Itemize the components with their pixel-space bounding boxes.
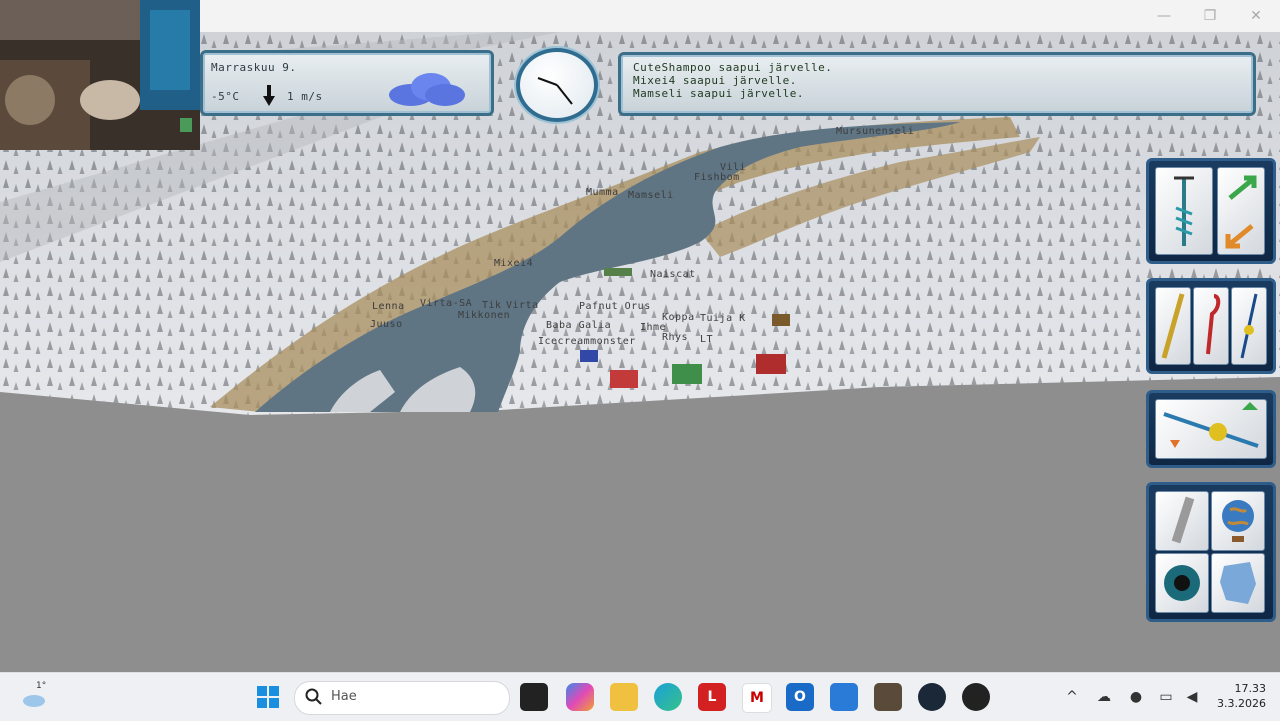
map-label: Virta-SA xyxy=(420,298,473,309)
ice-drill-icon[interactable] xyxy=(1155,167,1213,255)
lastpass-icon[interactable]: L xyxy=(698,683,726,711)
hook-icon[interactable] xyxy=(1193,287,1229,365)
steam-icon[interactable] xyxy=(918,683,946,711)
tent-darkred xyxy=(756,354,786,374)
clock-date: 3.3.2026 xyxy=(1217,697,1266,710)
obs-icon[interactable] xyxy=(962,683,990,711)
search-icon xyxy=(305,688,323,706)
map-label: Mixei4 xyxy=(494,258,534,269)
news-line: Mamseli saapui järvelle. xyxy=(633,87,804,100)
tent-blue xyxy=(580,350,598,362)
maximize-button[interactable]: ❐ xyxy=(1190,4,1230,28)
weather-panel: Marraskuu 9. -5°C 1 m/s xyxy=(200,50,494,116)
rod-icon[interactable] xyxy=(1155,287,1191,365)
tent-red xyxy=(610,370,638,388)
chevron-up-icon[interactable]: ^ xyxy=(1062,687,1082,707)
edge-icon[interactable] xyxy=(654,683,682,711)
globe-icon[interactable] xyxy=(1211,491,1265,551)
minimize-button[interactable]: — xyxy=(1144,4,1184,28)
wind-arrow-icon xyxy=(263,85,275,107)
map-label: Fishbom xyxy=(694,172,740,183)
map-label: Juuso xyxy=(370,319,403,330)
flashlight-icon[interactable] xyxy=(1155,491,1209,551)
news-line: Mixei4 saapui järvelle. xyxy=(633,74,797,87)
copilot-icon[interactable] xyxy=(566,683,594,711)
search-box[interactable]: Hae xyxy=(294,681,510,715)
weather-widget[interactable]: 1° xyxy=(20,681,50,711)
map-label: Mikkonen xyxy=(458,310,511,321)
map-label: LT xyxy=(700,334,714,345)
mcafee-icon[interactable]: M xyxy=(742,683,772,713)
tool-tray-jig xyxy=(1146,390,1276,468)
search-placeholder: Hae xyxy=(331,689,357,704)
map-label: Icecreammonster xyxy=(538,336,636,347)
webcam-overlay xyxy=(0,0,200,150)
task-view-icon[interactable] xyxy=(520,683,548,711)
sign xyxy=(604,268,632,276)
sled xyxy=(772,314,790,326)
character-app-icon[interactable] xyxy=(874,683,902,711)
volume-icon[interactable]: ◀ xyxy=(1182,687,1202,707)
map-label: Baba Galia xyxy=(546,320,612,331)
map-label: Naiscat xyxy=(650,269,696,280)
jig-rod-icon[interactable] xyxy=(1155,399,1267,459)
eye-icon[interactable] xyxy=(1155,553,1209,613)
map-icon[interactable] xyxy=(1211,553,1265,613)
map-label: Rhys xyxy=(662,332,689,343)
tool-tray-misc xyxy=(1146,482,1276,622)
start-button[interactable] xyxy=(254,683,282,711)
weather-temp: 1° xyxy=(36,681,47,691)
map-label: Mursunenseli xyxy=(836,126,915,137)
network-icon[interactable]: ▭ xyxy=(1156,687,1176,707)
wind-speed-label: 1 m/s xyxy=(287,90,323,103)
swap-icon[interactable] xyxy=(1217,167,1265,255)
microphone-icon[interactable]: ● xyxy=(1126,687,1146,707)
system-clock[interactable]: 17.33 3.3.2026 xyxy=(1210,681,1266,711)
map-label: Mamseli xyxy=(628,190,674,201)
date-label: Marraskuu 9. xyxy=(211,61,297,74)
map-label: Koppa xyxy=(662,312,695,323)
news-line: CuteShampoo saapui järvelle. xyxy=(633,61,833,74)
tent-green xyxy=(672,364,702,384)
outlook-icon[interactable]: O xyxy=(786,683,814,711)
cloud-sync-icon[interactable]: ☁ xyxy=(1094,687,1114,707)
store-icon[interactable] xyxy=(830,683,858,711)
close-button[interactable]: ✕ xyxy=(1236,4,1276,28)
clock-time: 17.33 xyxy=(1234,682,1267,695)
temperature-label: -5°C xyxy=(211,90,240,103)
file-explorer-icon[interactable] xyxy=(610,683,638,711)
taskbar: 1° Hae L M O ^ ☁ ● ▭ ◀ 17.33 3.3.2026 xyxy=(0,672,1280,721)
map-label: Lenna xyxy=(372,301,405,312)
clock-icon xyxy=(516,48,598,122)
cloud-icon xyxy=(387,71,467,107)
tool-tray-drill xyxy=(1146,158,1276,264)
tool-tray-rods xyxy=(1146,278,1276,374)
map-label: Pafnut Orus xyxy=(579,301,651,312)
lure-icon[interactable] xyxy=(1231,287,1267,365)
map-label: Virta xyxy=(506,300,539,311)
map-label: Tuija K xyxy=(700,313,746,324)
map-label: Mumma xyxy=(586,187,619,198)
news-panel: CuteShampoo saapui järvelle. Mixei4 saap… xyxy=(618,52,1256,116)
